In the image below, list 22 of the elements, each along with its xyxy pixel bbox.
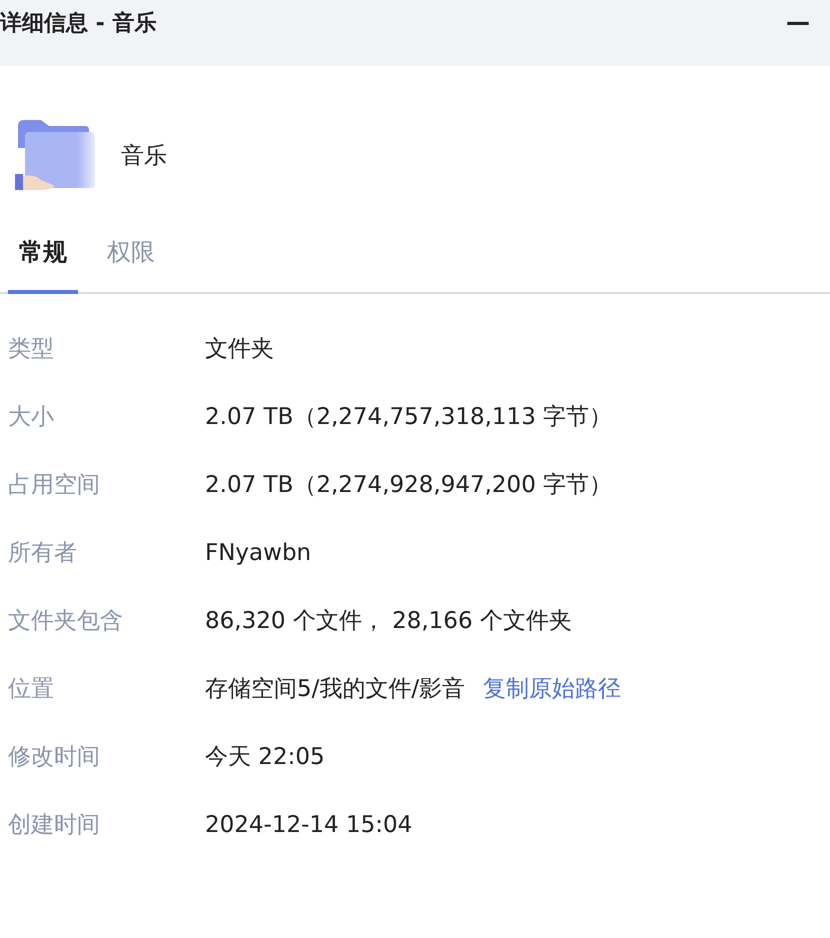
copy-path-link[interactable]: 复制原始路径: [483, 673, 622, 704]
property-value: FNyawbn: [205, 540, 312, 566]
minimize-button[interactable]: —: [782, 8, 814, 36]
property-value: 86,320 个文件， 28,166 个文件夹: [205, 607, 572, 636]
tab[interactable]: 常规: [8, 222, 78, 294]
property-value: 2.07 TB（2,274,928,947,200 字节）: [205, 471, 612, 500]
property-value: 存储空间5/我的文件/影音: [205, 675, 466, 704]
property-label: 修改时间: [8, 743, 101, 772]
property-label: 位置: [8, 675, 55, 704]
property-label: 大小: [8, 403, 55, 432]
folder-icon: [15, 118, 97, 192]
window-title: 详细信息 - 音乐: [0, 10, 156, 38]
folder-name: 音乐: [121, 142, 167, 170]
property-label: 文件夹包含: [8, 607, 124, 636]
property-value: 2024-12-14 15:04: [205, 812, 412, 838]
property-value: 文件夹: [205, 335, 274, 364]
property-value: 2.07 TB（2,274,757,318,113 字节）: [205, 403, 612, 432]
property-label: 类型: [8, 335, 55, 364]
property-label: 所有者: [8, 539, 78, 568]
property-value: 今天 22:05: [205, 743, 325, 772]
property-label: 创建时间: [8, 811, 101, 840]
property-label: 占用空间: [8, 471, 101, 500]
